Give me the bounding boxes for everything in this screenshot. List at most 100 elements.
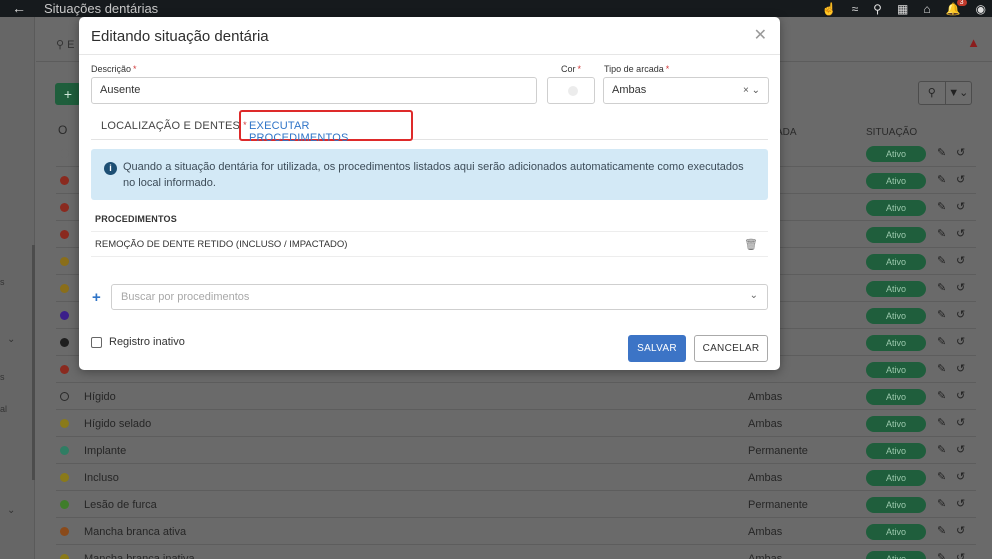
search-icon[interactable]: ⚲ — [919, 82, 945, 104]
status-badge: Ativo — [866, 416, 926, 432]
procedure-search-placeholder: Buscar por procedimentos — [121, 291, 250, 303]
history-icon[interactable]: ↺ — [956, 389, 965, 402]
chevron-down-icon[interactable]: ⌄ — [752, 85, 760, 96]
select-all-radio[interactable]: O — [58, 123, 67, 137]
history-icon[interactable]: ↺ — [956, 362, 965, 375]
color-dot — [60, 392, 69, 401]
add-button[interactable]: + — [55, 83, 81, 105]
avatar[interactable]: ◉ — [976, 2, 986, 16]
pencil-icon[interactable]: ✎ — [937, 335, 946, 348]
history-icon[interactable]: ↺ — [956, 146, 965, 159]
pencil-icon[interactable]: ✎ — [937, 551, 946, 559]
tab-localizacao[interactable]: LOCALIZAÇÃO E DENTES * — [101, 120, 247, 132]
sidebar: s ⌄ s al ⌄ — [0, 17, 35, 559]
tab-executar-procedimentos[interactable]: EXECUTAR PROCEDIMENTOS — [239, 110, 413, 144]
pencil-icon[interactable]: ✎ — [937, 470, 946, 483]
history-icon[interactable]: ↺ — [956, 524, 965, 537]
trash-icon[interactable]: 🗑 — [744, 238, 758, 251]
status-badge: Ativo — [866, 497, 926, 513]
history-icon[interactable]: ↺ — [956, 443, 965, 456]
table-row[interactable]: Lesão de furca Permanente Ativo ✎ ↺ — [56, 492, 976, 518]
search-icon[interactable]: ⚲ — [873, 2, 882, 16]
status-badge: Ativo — [866, 227, 926, 243]
sidebar-text: al — [0, 404, 8, 414]
table-row[interactable]: Hígido selado Ambas Ativo ✎ ↺ — [56, 411, 976, 437]
color-dot — [60, 473, 69, 482]
status-badge: Ativo — [866, 281, 926, 297]
save-button[interactable]: SALVAR — [628, 335, 686, 362]
table-row[interactable]: Incluso Ambas Ativo ✎ ↺ — [56, 465, 976, 491]
pencil-icon[interactable]: ✎ — [937, 416, 946, 429]
notification-badge: 3 — [956, 0, 967, 6]
history-icon[interactable]: ↺ — [956, 308, 965, 321]
row-arcada: Permanente — [748, 445, 808, 457]
table-row[interactable]: Hígido Ambas Ativo ✎ ↺ — [56, 384, 976, 410]
arrow-left-icon[interactable]: ← — [12, 0, 26, 17]
pencil-icon[interactable]: ✎ — [937, 200, 946, 213]
status-badge: Ativo — [866, 524, 926, 540]
history-icon[interactable]: ↺ — [956, 281, 965, 294]
status-badge: Ativo — [866, 335, 926, 351]
history-icon[interactable]: ↺ — [956, 254, 965, 267]
modal-title: Editando situação dentária — [91, 28, 269, 45]
row-name: Implante — [84, 445, 127, 457]
history-icon[interactable]: ↺ — [956, 551, 965, 559]
history-icon[interactable]: ↺ — [956, 227, 965, 240]
history-icon[interactable]: ↺ — [956, 173, 965, 186]
hand-icon[interactable]: ☝ — [822, 2, 837, 16]
status-badge: Ativo — [866, 551, 926, 559]
procedure-search-select[interactable]: Buscar por procedimentos ⌄ — [111, 284, 768, 310]
chevron-down-icon[interactable]: ⌄ — [7, 505, 15, 516]
pencil-icon[interactable]: ✎ — [937, 524, 946, 537]
table-row[interactable]: Mancha branca inativa Ambas Ativo ✎ ↺ — [56, 546, 976, 559]
pencil-icon[interactable]: ✎ — [937, 173, 946, 186]
sidebar-text: s — [0, 372, 5, 382]
history-icon[interactable]: ↺ — [956, 335, 965, 348]
add-procedure-icon[interactable]: + — [92, 289, 101, 306]
color-picker[interactable] — [547, 77, 595, 104]
filter-icon[interactable]: ▼⌄ — [944, 82, 972, 104]
pencil-icon[interactable]: ✎ — [937, 443, 946, 456]
cancel-button[interactable]: CANCELAR — [694, 335, 768, 362]
status-badge: Ativo — [866, 254, 926, 270]
row-name: Hígido selado — [84, 418, 152, 430]
close-icon[interactable]: ✕ — [754, 25, 767, 45]
history-icon[interactable]: ↺ — [956, 416, 965, 429]
procedure-name: REMOÇÃO DE DENTE RETIDO (INCLUSO / IMPAC… — [95, 239, 348, 250]
pencil-icon[interactable]: ✎ — [937, 362, 946, 375]
pencil-icon[interactable]: ✎ — [937, 389, 946, 402]
table-row[interactable]: Implante Permanente Ativo ✎ ↺ — [56, 438, 976, 464]
status-badge: Ativo — [866, 443, 926, 459]
tipo-arcada-value: Ambas — [612, 84, 647, 96]
color-dot — [60, 311, 69, 320]
wifi-icon[interactable]: ≈ — [852, 2, 859, 16]
descricao-input[interactable]: Ausente — [91, 77, 537, 104]
pencil-icon[interactable]: ✎ — [937, 146, 946, 159]
status-badge: Ativo — [866, 146, 926, 162]
chevron-down-icon[interactable]: ⌄ — [7, 334, 15, 345]
pencil-icon[interactable]: ✎ — [937, 281, 946, 294]
warning-icon[interactable]: ▲ — [967, 35, 980, 50]
table-row[interactable]: Mancha branca ativa Ambas Ativo ✎ ↺ — [56, 519, 976, 545]
pencil-icon[interactable]: ✎ — [937, 497, 946, 510]
pencil-icon[interactable]: ✎ — [937, 254, 946, 267]
row-arcada: Ambas — [748, 418, 783, 430]
chevron-down-icon[interactable]: ⌄ — [750, 290, 758, 301]
tipo-arcada-select[interactable]: Ambas × ⌄ — [603, 77, 769, 104]
history-icon[interactable]: ↺ — [956, 470, 965, 483]
home-icon[interactable]: ⌂ — [923, 2, 930, 16]
status-badge: Ativo — [866, 308, 926, 324]
row-arcada: Ambas — [748, 472, 783, 484]
history-icon[interactable]: ↺ — [956, 200, 965, 213]
inactive-label[interactable]: Registro inativo — [109, 336, 185, 348]
color-dot — [60, 446, 69, 455]
clear-icon[interactable]: × — [743, 85, 749, 96]
bell-icon[interactable]: 🔔 3 — [946, 0, 967, 16]
pencil-icon[interactable]: ✎ — [937, 308, 946, 321]
history-icon[interactable]: ↺ — [956, 497, 965, 510]
pencil-icon[interactable]: ✎ — [937, 227, 946, 240]
inactive-checkbox[interactable] — [91, 337, 102, 348]
grid-icon[interactable]: ▦ — [897, 2, 908, 16]
color-dot — [60, 338, 69, 347]
row-arcada: Ambas — [748, 526, 783, 538]
